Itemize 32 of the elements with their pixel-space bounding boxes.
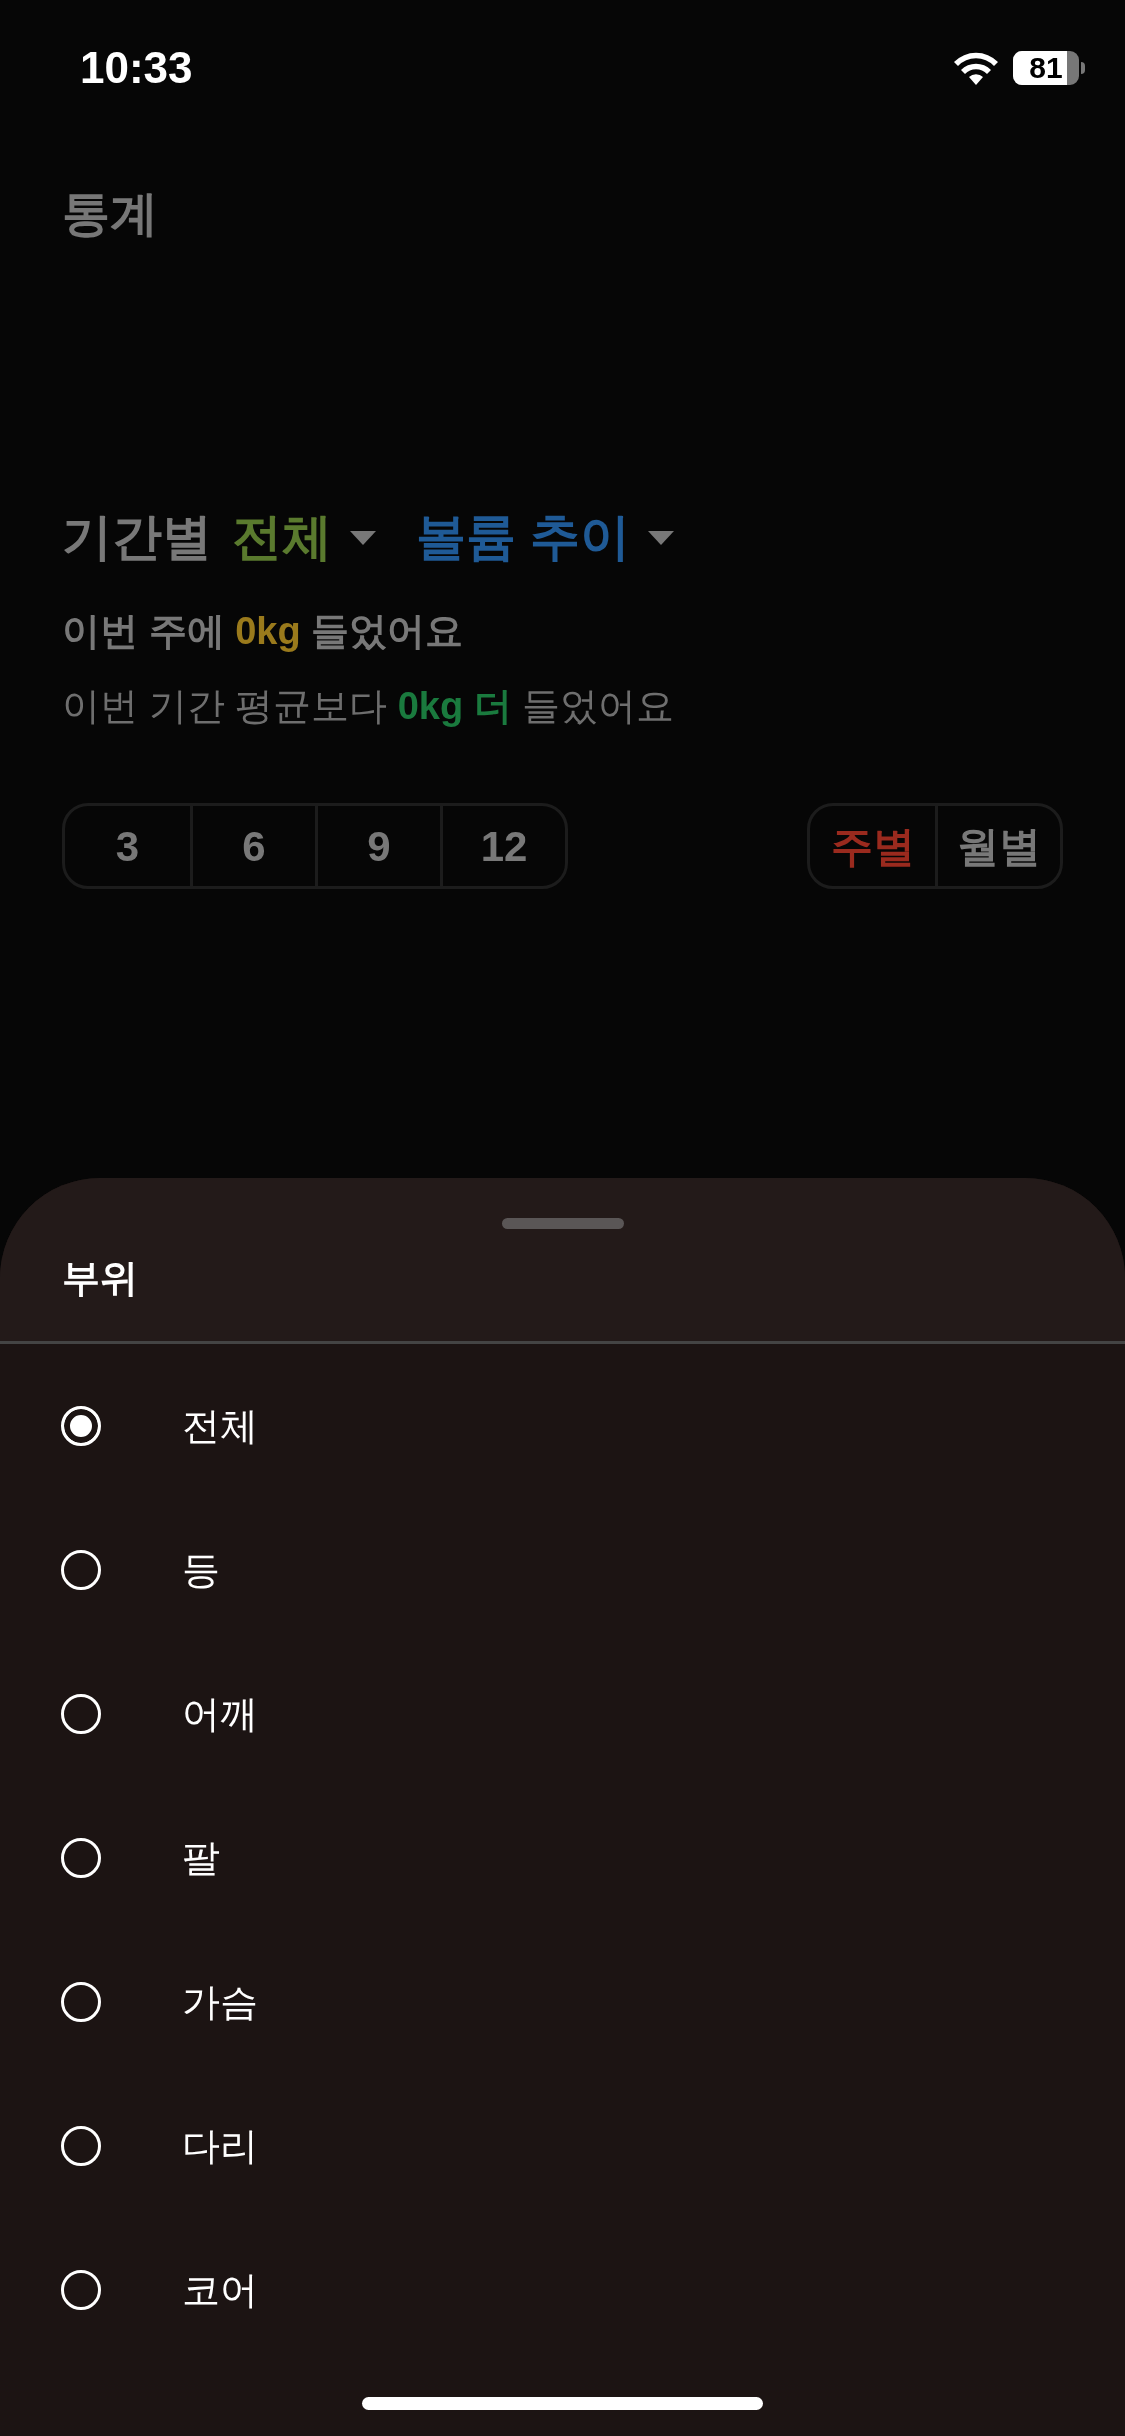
segment-button[interactable]: 주별 — [810, 806, 935, 886]
status-time: 10:33 — [80, 42, 193, 94]
radio-button[interactable] — [61, 1406, 101, 1446]
dropdown-button[interactable]: 볼륨 추이 — [416, 500, 674, 575]
option-item[interactable]: 가슴 — [0, 1930, 1125, 2074]
radio-button[interactable] — [61, 1550, 101, 1590]
sheet-title: 부위 — [62, 1256, 138, 1301]
radio-button[interactable] — [61, 1982, 101, 2022]
option-item[interactable]: 다리 — [0, 2074, 1125, 2218]
drag-handle[interactable] — [502, 1218, 624, 1229]
summary-text: 이번 주에 0kg 들었어요 — [62, 609, 465, 654]
segment-button[interactable]: 6 — [190, 806, 315, 886]
summary-text: 이번 기간 평균보다 0kg 더 들었어요 — [62, 684, 676, 729]
wifi-icon — [953, 51, 999, 85]
segment-button[interactable]: 월별 — [935, 806, 1060, 886]
radio-button[interactable] — [61, 2126, 101, 2166]
option-item[interactable]: 팔 — [0, 1786, 1125, 1930]
option-item[interactable]: 어깨 — [0, 1642, 1125, 1786]
dropdown-button[interactable]: 전체 — [232, 500, 376, 575]
caret-icon — [350, 530, 376, 545]
option-item[interactable]: 코어 — [0, 2218, 1125, 2362]
segment-button[interactable]: 3 — [65, 806, 190, 886]
radio-button[interactable] — [61, 1694, 101, 1734]
page-title: 통계 — [61, 186, 159, 242]
segment-button[interactable]: 9 — [315, 806, 440, 886]
radio-button[interactable] — [61, 1838, 101, 1878]
caret-icon — [647, 530, 674, 545]
option-item[interactable]: 전체 — [0, 1354, 1125, 1498]
segment-button[interactable]: 12 — [440, 806, 565, 886]
option-item[interactable]: 등 — [0, 1498, 1125, 1642]
section-label: 기간별 — [62, 508, 212, 567]
radio-button[interactable] — [61, 2270, 101, 2310]
